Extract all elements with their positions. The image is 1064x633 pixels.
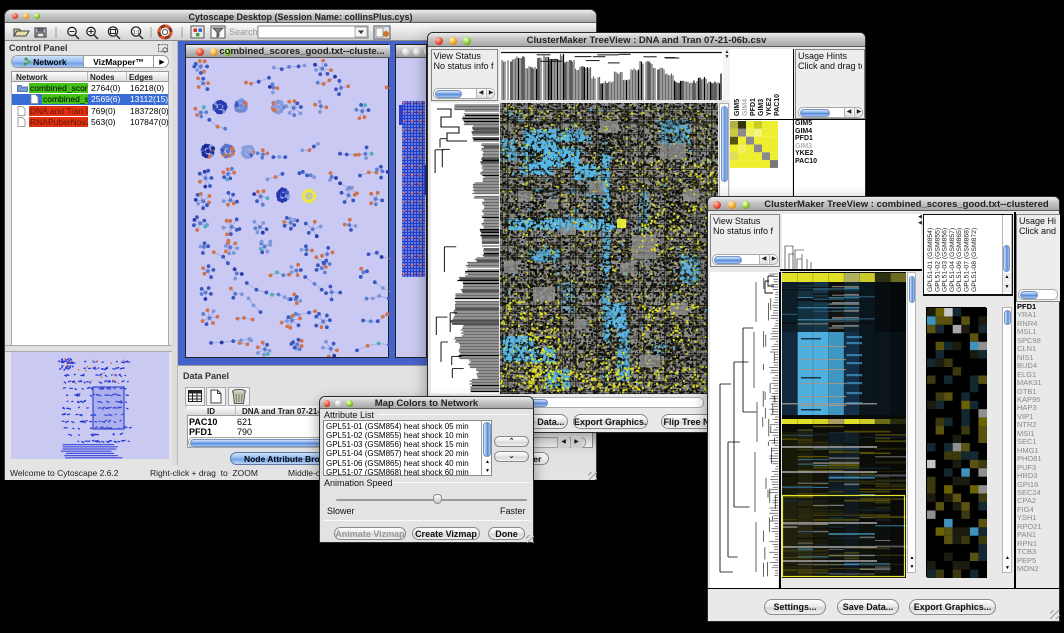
svg-text:PFD1: PFD1 bbox=[750, 98, 757, 116]
svg-text:GPL51-04 (GSM857): GPL51-04 (GSM857) bbox=[949, 228, 956, 292]
svg-text:GPL51-02 (GSM855): GPL51-02 (GSM855) bbox=[934, 228, 941, 292]
svg-text:YKE2: YKE2 bbox=[766, 98, 773, 116]
svg-text:GIM5: GIM5 bbox=[734, 99, 741, 116]
svg-text:1:1: 1:1 bbox=[133, 30, 140, 36]
svg-text:PAC10: PAC10 bbox=[774, 94, 781, 116]
svg-text:GPL51-06 (GSM865): GPL51-06 (GSM865) bbox=[956, 228, 963, 292]
svg-text:GPL51-01 (GSM854): GPL51-01 (GSM854) bbox=[927, 228, 934, 292]
svg-text:Search:: Search: bbox=[229, 27, 260, 37]
svg-text:GPL51-08 (GSM872): GPL51-08 (GSM872) bbox=[971, 228, 978, 292]
svg-text:GPL51-07 (GSM868): GPL51-07 (GSM868) bbox=[964, 228, 971, 292]
svg-text:GIM4: GIM4 bbox=[742, 99, 749, 116]
svg-text:GIM3: GIM3 bbox=[758, 99, 765, 116]
svg-text:GPL51-03 (GSM856): GPL51-03 (GSM856) bbox=[942, 228, 949, 292]
